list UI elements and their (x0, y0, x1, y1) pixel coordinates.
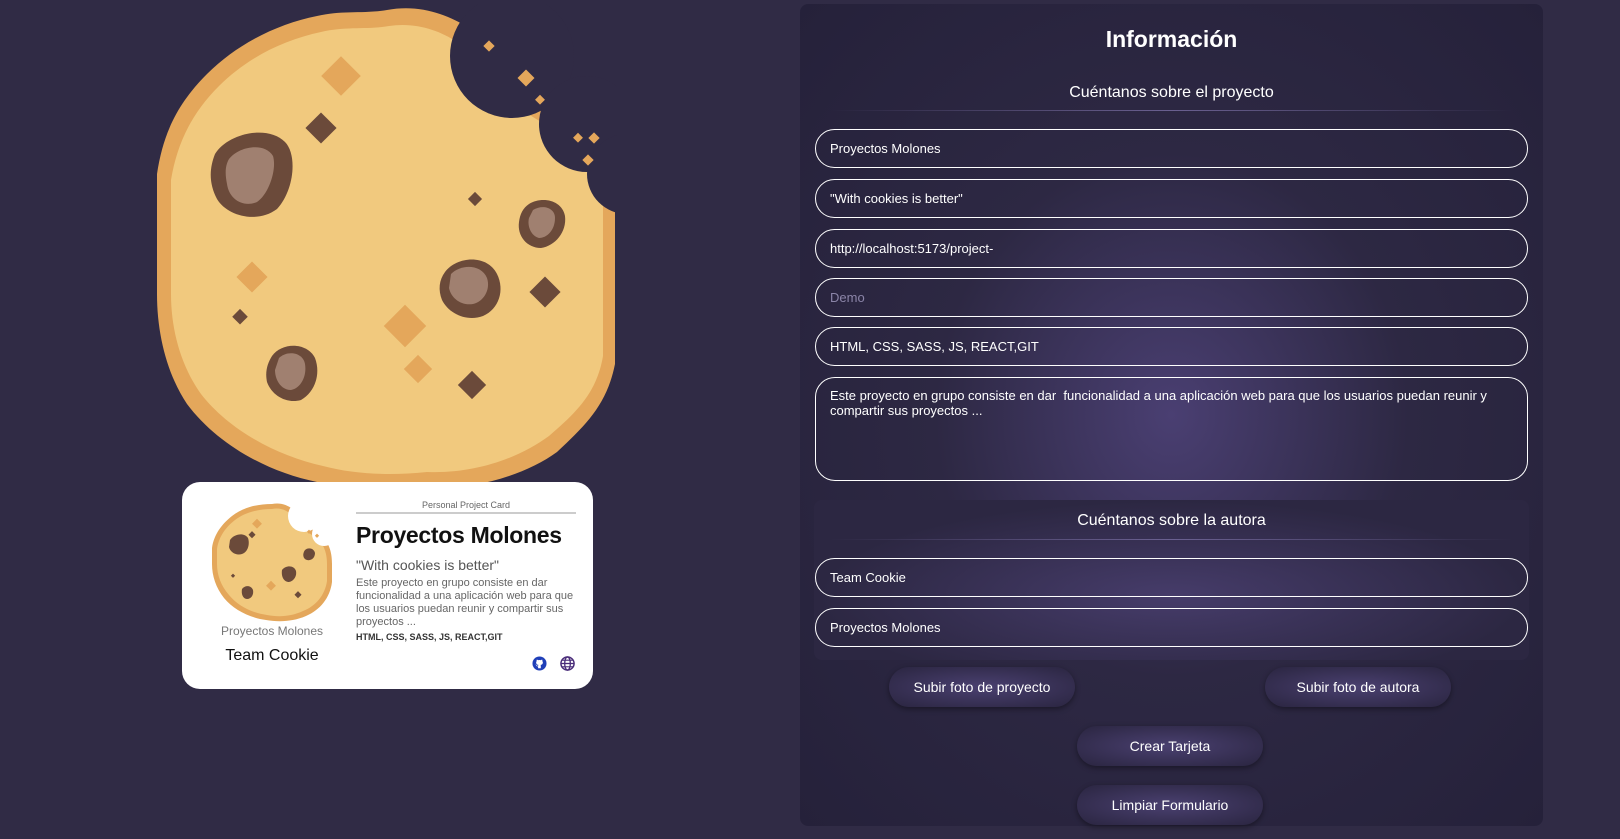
upload-project-photo-button[interactable]: Subir foto de proyecto (889, 667, 1075, 707)
cookie-illustration (157, 4, 617, 492)
form-panel: Información Cuéntanos sobre el proyecto … (800, 4, 1543, 826)
project-section-divider (830, 110, 1513, 111)
card-author-name: Team Cookie (225, 647, 319, 664)
card-links (531, 655, 575, 671)
card-content: Personal Project Card Proyectos Molones … (356, 500, 576, 642)
author-section-title: Cuéntanos sobre la autora (1077, 512, 1266, 529)
card-cookie-image (212, 502, 332, 622)
slogan-input[interactable] (815, 179, 1528, 218)
demo-url-input[interactable] (815, 278, 1528, 317)
card-description: Este proyecto en grupo consiste en dar f… (356, 577, 574, 628)
technologies-input[interactable] (815, 327, 1528, 366)
repo-url-input[interactable] (815, 229, 1528, 268)
card-project-name-small: Proyectos Molones (220, 624, 324, 638)
description-textarea[interactable]: Este proyecto en grupo consiste en dar f… (815, 377, 1528, 481)
project-card-preview: Proyectos Molones Team Cookie Personal P… (182, 482, 593, 689)
card-subtitle: Personal Project Card (356, 500, 576, 514)
card-technologies: HTML, CSS, SASS, JS, REACT,GIT (356, 632, 503, 642)
author-section-divider (830, 539, 1513, 540)
github-icon[interactable] (531, 655, 547, 671)
card-title: Proyectos Molones (356, 522, 562, 548)
job-input[interactable] (815, 608, 1528, 647)
clear-form-button[interactable]: Limpiar Formulario (1077, 785, 1263, 825)
create-card-button[interactable]: Crear Tarjeta (1077, 726, 1263, 766)
globe-icon[interactable] (559, 655, 575, 671)
project-name-input[interactable] (815, 129, 1528, 168)
form-title: Información (1105, 26, 1238, 52)
author-name-input[interactable] (815, 558, 1528, 597)
project-section-title: Cuéntanos sobre el proyecto (1069, 84, 1274, 101)
card-slogan: "With cookies is better" (356, 557, 499, 573)
upload-author-photo-button[interactable]: Subir foto de autora (1265, 667, 1451, 707)
